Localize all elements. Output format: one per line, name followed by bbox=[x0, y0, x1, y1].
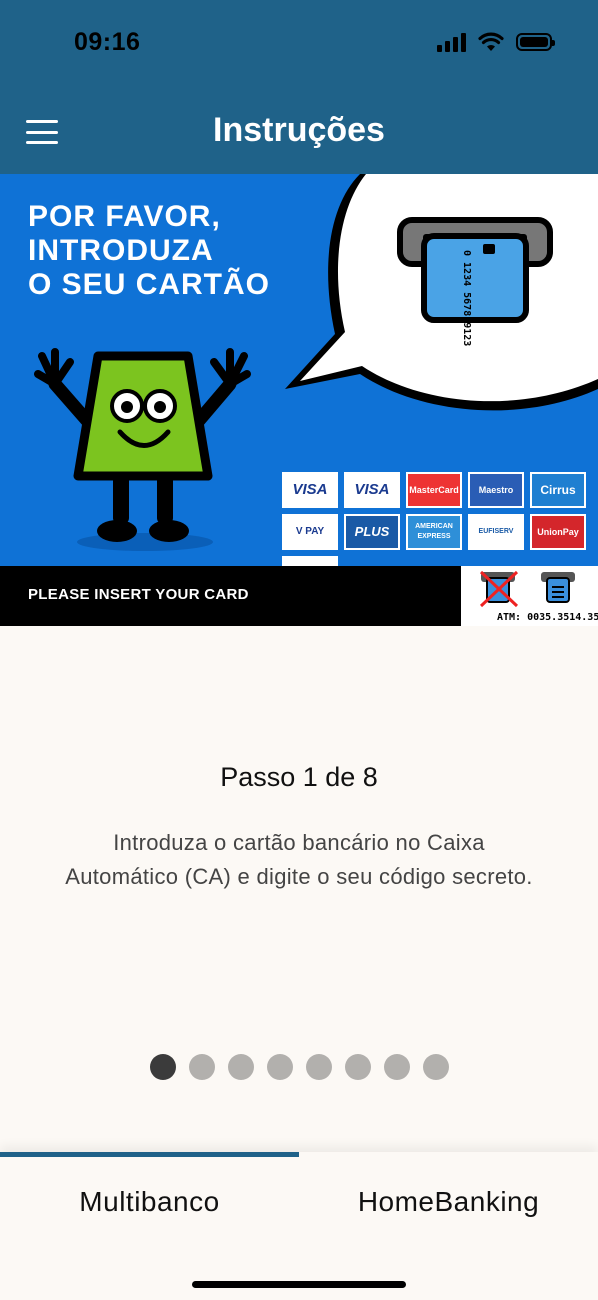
bottom-tab-bar: Multibanco HomeBanking bbox=[0, 1152, 598, 1300]
page-title: Instruções bbox=[213, 111, 385, 149]
card-logo: V PAY bbox=[282, 514, 338, 550]
pagination-dot[interactable] bbox=[384, 1054, 410, 1080]
card-logo: MasterCard bbox=[406, 472, 462, 508]
step-description: Introduza o cartão bancário no Caixa Aut… bbox=[65, 830, 533, 889]
atm-info-panel: ATM: 0035.3514.35 bbox=[461, 566, 598, 626]
card-logo: AMERICAN EXPRESS bbox=[406, 514, 462, 550]
wifi-icon bbox=[478, 32, 504, 51]
card-logo: VISA bbox=[344, 472, 400, 508]
pagination-dot[interactable] bbox=[189, 1054, 215, 1080]
pagination-dot[interactable] bbox=[345, 1054, 371, 1080]
pagination-dots bbox=[150, 1054, 449, 1080]
banner-headline: POR FAVOR, INTRODUZA O SEU CARTÃO bbox=[28, 200, 271, 301]
step-title: Passo 1 de 8 bbox=[220, 762, 378, 792]
card-logo: PLUS bbox=[344, 514, 400, 550]
tab-homebanking[interactable]: HomeBanking bbox=[299, 1186, 598, 1218]
card-logo: Maestro bbox=[468, 472, 524, 508]
atm-status-icons bbox=[479, 570, 575, 608]
status-icons bbox=[437, 32, 555, 52]
insert-card-strip: PLEASE INSERT YOUR CARD ATM: 0035.3514.3… bbox=[0, 566, 598, 626]
home-indicator bbox=[192, 1281, 406, 1288]
card-logo: Cirrus bbox=[530, 472, 586, 508]
cellular-signal-icon bbox=[437, 32, 466, 52]
status-time: 09:16 bbox=[74, 28, 141, 56]
card-logo: EUFISERV bbox=[468, 514, 524, 550]
card-number-text: 0 1234 5678 9123 bbox=[461, 250, 472, 346]
pagination-dot[interactable] bbox=[423, 1054, 449, 1080]
insert-card-caption: PLEASE INSERT YOUR CARD bbox=[28, 586, 249, 603]
card-logos: VISA VISA MasterCard Maestro Cirrus V PAY PLUS… bbox=[282, 472, 590, 566]
pagination-dot[interactable] bbox=[150, 1054, 176, 1080]
pagination-dot[interactable] bbox=[267, 1054, 293, 1080]
card-logo: Diners Club bbox=[282, 556, 338, 566]
card-logo: UnionPay bbox=[530, 514, 586, 550]
instruction-banner: 0 1234 5678 9123 POR FAVOR, INTRODUZA O … bbox=[0, 174, 598, 566]
card-logo: VISA bbox=[282, 472, 338, 508]
active-tab-indicator bbox=[0, 1152, 299, 1157]
pagination-dot[interactable] bbox=[228, 1054, 254, 1080]
tab-multibanco[interactable]: Multibanco bbox=[0, 1186, 299, 1218]
atm-code: ATM: 0035.3514.35 bbox=[497, 612, 598, 623]
pagination-dot[interactable] bbox=[306, 1054, 332, 1080]
top-bar: 09:16 Instruções bbox=[0, 0, 598, 174]
battery-icon bbox=[516, 33, 555, 51]
